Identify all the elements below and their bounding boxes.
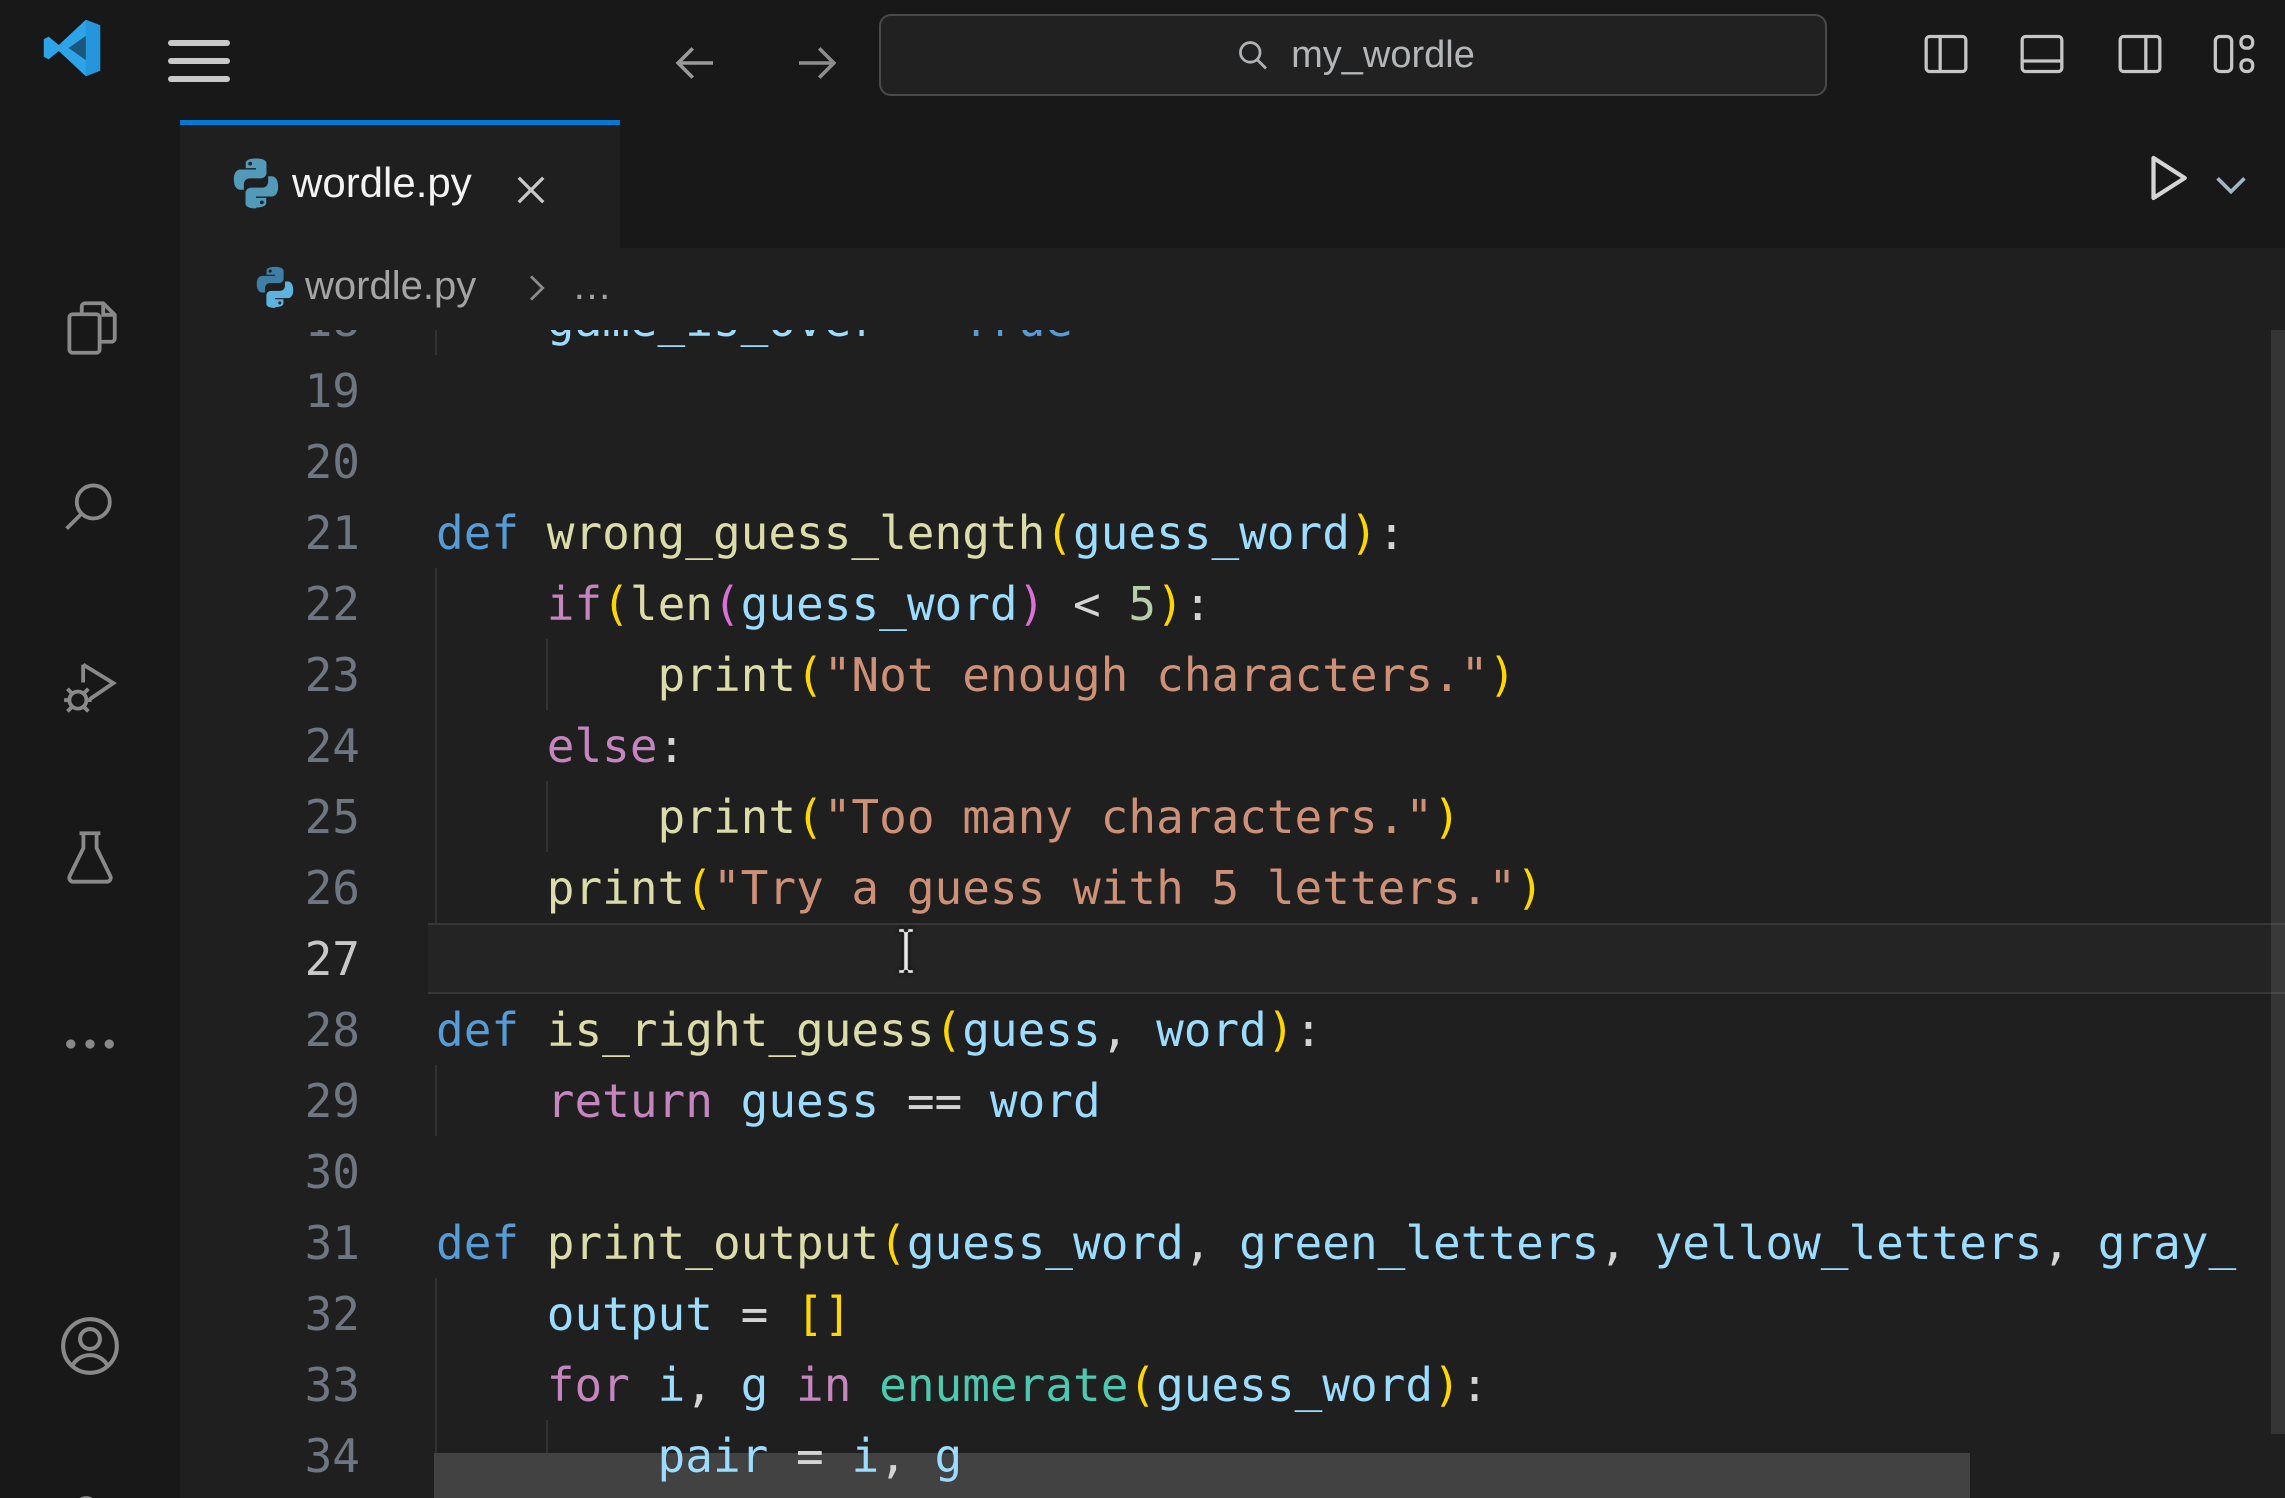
- code-text: [436, 426, 2285, 497]
- line-number: 23: [180, 648, 436, 702]
- breadcrumb-ellipsis[interactable]: …: [572, 264, 616, 309]
- activity-bar: [0, 120, 181, 1498]
- line-number: 22: [180, 577, 436, 631]
- code-text: else:: [436, 710, 2285, 781]
- line-number: 30: [180, 1145, 436, 1199]
- line-number: 27: [180, 932, 436, 986]
- code-line[interactable]: 28def is_right_guess(guess, word):: [180, 994, 2285, 1065]
- customize-layout-icon[interactable]: [2206, 26, 2262, 82]
- code-text: output = []: [436, 1278, 2285, 1349]
- mouse-ibeam-cursor: [897, 928, 915, 974]
- code-line[interactable]: 23 print("Not enough characters."): [180, 639, 2285, 710]
- code-text: [436, 1136, 2285, 1207]
- line-number: 33: [180, 1358, 436, 1412]
- vscode-logo-icon: [42, 18, 102, 78]
- python-icon: [252, 264, 298, 310]
- code-line[interactable]: 27: [180, 923, 2285, 994]
- code-content: 18 game_is_over = True192021def wrong_gu…: [180, 330, 2285, 1491]
- sidebar-item-search[interactable]: [28, 446, 152, 570]
- line-number: 29: [180, 1074, 436, 1128]
- sidebar-item-testing[interactable]: [28, 796, 152, 920]
- line-number: 25: [180, 790, 436, 844]
- editor-viewport[interactable]: 18 game_is_over = True192021def wrong_gu…: [180, 330, 2285, 1498]
- sidebar-item-explorer[interactable]: [28, 266, 152, 390]
- code-line[interactable]: 32 output = []: [180, 1278, 2285, 1349]
- code-text: print("Too many characters."): [436, 781, 2285, 852]
- snake-icon: [57, 1487, 123, 1498]
- code-text: [436, 355, 2285, 426]
- line-number: 24: [180, 719, 436, 773]
- chevron-down-icon[interactable]: [2208, 162, 2254, 208]
- files-icon: [57, 295, 123, 361]
- vscode-window: my_wordle: [0, 0, 2285, 1498]
- python-environments-button[interactable]: [28, 1458, 152, 1498]
- code-line[interactable]: 24 else:: [180, 710, 2285, 781]
- line-number: 31: [180, 1216, 436, 1270]
- editor-tabs-bar: wordle.py: [180, 120, 2285, 248]
- code-text: for i, g in enumerate(guess_word):: [436, 1349, 2285, 1420]
- line-number: 19: [180, 364, 436, 418]
- code-text: print("Not enough characters."): [436, 639, 2285, 710]
- line-number: 21: [180, 506, 436, 560]
- line-number: 34: [180, 1429, 436, 1483]
- code-line[interactable]: 21def wrong_guess_length(guess_word):: [180, 497, 2285, 568]
- code-line[interactable]: 30: [180, 1136, 2285, 1207]
- menu-icon[interactable]: [168, 40, 230, 82]
- code-text: def wrong_guess_length(guess_word):: [436, 497, 2285, 568]
- ellipsis-icon: [57, 1011, 123, 1077]
- title-bar: my_wordle: [0, 0, 2285, 120]
- search-icon: [1231, 34, 1273, 76]
- vertical-scrollbar[interactable]: [2271, 330, 2285, 1434]
- tab-wordle-py[interactable]: wordle.py: [180, 120, 620, 248]
- beaker-icon: [57, 825, 123, 891]
- code-line[interactable]: 33 for i, g in enumerate(guess_word):: [180, 1349, 2285, 1420]
- close-icon[interactable]: [510, 169, 552, 211]
- code-text: [436, 923, 2285, 994]
- code-line[interactable]: 20: [180, 426, 2285, 497]
- line-number: 20: [180, 435, 436, 489]
- account-icon: [55, 1311, 125, 1381]
- run-button[interactable]: [2136, 148, 2196, 208]
- toggle-secondary-sidebar-icon[interactable]: [2112, 26, 2168, 82]
- toggle-primary-sidebar-icon[interactable]: [1918, 26, 1974, 82]
- line-number: 28: [180, 1003, 436, 1057]
- toggle-panel-icon[interactable]: [2014, 26, 2070, 82]
- code-text: def is_right_guess(guess, word):: [436, 994, 2285, 1065]
- code-line[interactable]: 22 if(len(guess_word) < 5):: [180, 568, 2285, 639]
- search-value: my_wordle: [1291, 34, 1475, 77]
- chevron-right-icon: [516, 268, 556, 308]
- line-number: 32: [180, 1287, 436, 1341]
- code-text: return guess == word: [436, 1065, 2285, 1136]
- navigate-back-icon[interactable]: [668, 36, 722, 90]
- python-icon: [228, 155, 284, 211]
- code-line[interactable]: 31def print_output(guess_word, green_let…: [180, 1207, 2285, 1278]
- sidebar-item-run-debug[interactable]: [28, 626, 152, 750]
- code-text: print("Try a guess with 5 letters."): [436, 852, 2285, 923]
- accounts-button[interactable]: [28, 1284, 152, 1408]
- code-line[interactable]: 29 return guess == word: [180, 1065, 2285, 1136]
- line-number: 18: [180, 330, 436, 347]
- debug-icon: [57, 655, 123, 721]
- code-line[interactable]: 19: [180, 355, 2285, 426]
- breadcrumb-file[interactable]: wordle.py: [305, 264, 476, 309]
- tab-label: wordle.py: [292, 159, 472, 207]
- code-line[interactable]: 25 print("Too many characters."): [180, 781, 2285, 852]
- search-icon: [57, 475, 123, 541]
- command-center-search[interactable]: my_wordle: [879, 14, 1827, 96]
- code-line[interactable]: 26 print("Try a guess with 5 letters."): [180, 852, 2285, 923]
- code-line[interactable]: 18 game_is_over = True: [180, 330, 2285, 355]
- line-number: 26: [180, 861, 436, 915]
- code-text: def print_output(guess_word, green_lette…: [436, 1207, 2285, 1278]
- breadcrumb: wordle.py …: [180, 248, 2285, 330]
- navigate-forward-icon[interactable]: [790, 36, 844, 90]
- code-text: if(len(guess_word) < 5):: [436, 568, 2285, 639]
- code-text: game_is_over = True: [436, 330, 2285, 355]
- sidebar-item-more[interactable]: [28, 982, 152, 1106]
